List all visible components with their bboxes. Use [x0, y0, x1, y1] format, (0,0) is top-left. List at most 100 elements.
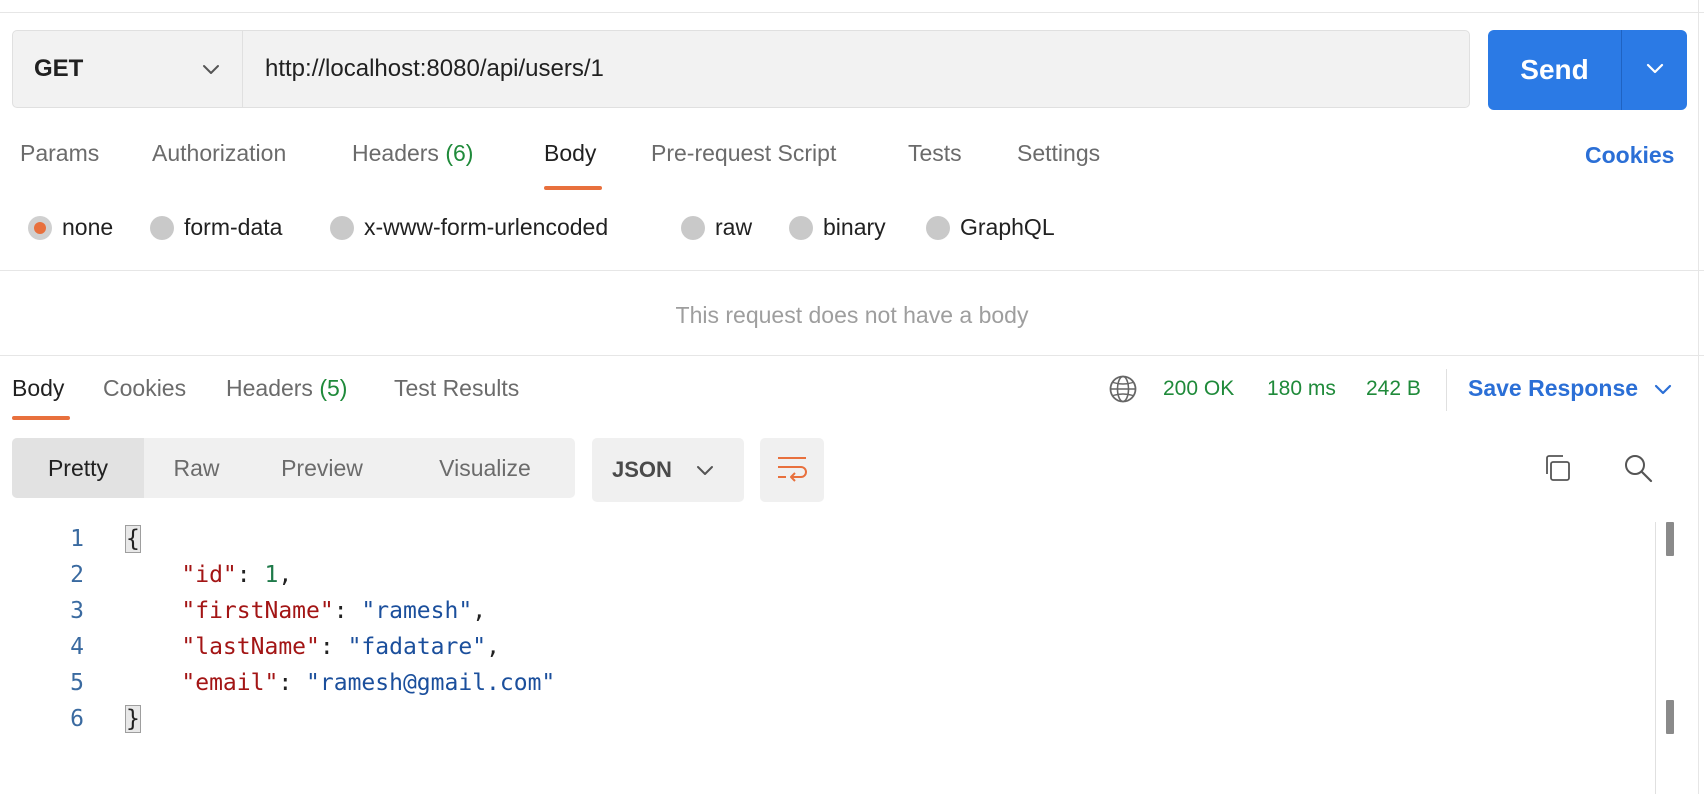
json-comma: , [472, 598, 487, 624]
json-key: "firstName" [181, 598, 334, 624]
tab-tests[interactable]: Tests [908, 140, 962, 167]
tab-label: Params [20, 140, 100, 166]
top-divider [0, 12, 1704, 13]
tab-settings[interactable]: Settings [1017, 140, 1100, 167]
json-value: "ramesh@gmail.com" [306, 670, 556, 696]
tab-label: Body [544, 140, 597, 166]
globe-icon[interactable] [1108, 374, 1138, 409]
code-line: "firstName": "ramesh", [181, 598, 487, 624]
send-button-group: Send [1488, 30, 1687, 110]
radio-button [789, 215, 813, 240]
status-code[interactable]: 200 OK [1163, 377, 1234, 401]
view-raw[interactable]: Raw [144, 438, 249, 498]
response-tab-headers[interactable]: Headers (5) [226, 375, 347, 402]
view-preview[interactable]: Preview [249, 438, 395, 498]
tab-label: Headers [352, 140, 439, 166]
chevron-down-icon [1644, 57, 1666, 84]
tab-authorization[interactable]: Authorization [152, 140, 286, 167]
tab-label: Tests [908, 140, 962, 166]
format-label: JSON [612, 457, 672, 482]
tab-label: Test Results [394, 375, 520, 401]
copy-button[interactable] [1537, 450, 1577, 490]
view-mode-group: Pretty Raw Preview Visualize [12, 438, 575, 498]
no-body-message: This request does not have a body [675, 302, 1029, 328]
radio-graphql[interactable]: GraphQL [926, 214, 1055, 241]
tab-label: Body [12, 375, 65, 401]
json-key: "email" [181, 670, 279, 696]
radio-button [681, 215, 705, 240]
radio-label: form-data [184, 214, 283, 240]
divider [1446, 369, 1447, 411]
json-value: 1 [264, 562, 279, 588]
method-label: GET [34, 55, 84, 82]
tab-label: Settings [1017, 140, 1101, 166]
json-comma: , [486, 634, 500, 660]
divider [0, 355, 1704, 356]
radio-label: raw [715, 214, 753, 240]
line-number: 4 [70, 634, 84, 660]
line-number: 1 [70, 526, 84, 552]
headers-count: (6) [445, 140, 474, 166]
response-time[interactable]: 180 ms [1267, 377, 1336, 401]
json-brace: { [125, 525, 141, 553]
radio-none[interactable]: none [28, 214, 113, 241]
radio-label: binary [823, 214, 886, 240]
json-key: "id" [181, 562, 237, 588]
chevron-down-icon [694, 459, 716, 481]
tab-pre-request-script[interactable]: Pre-request Script [651, 140, 836, 167]
response-size[interactable]: 242 B [1366, 377, 1421, 401]
radio-button [150, 215, 174, 240]
tab-label: Cookies [103, 375, 187, 401]
radio-label: none [62, 214, 114, 240]
radio-form-data[interactable]: form-data [150, 214, 282, 241]
tab-body[interactable]: Body [544, 140, 596, 167]
response-tab-test-results[interactable]: Test Results [394, 375, 519, 402]
headers-count: (5) [319, 375, 348, 401]
view-visualize[interactable]: Visualize [395, 438, 575, 498]
radio-x-www-form-urlencoded[interactable]: x-www-form-urlencoded [330, 214, 608, 241]
wrap-lines-icon [775, 453, 809, 488]
code-line: } [125, 705, 141, 733]
line-number: 5 [70, 670, 84, 696]
json-brace: } [125, 705, 141, 733]
view-pretty[interactable]: Pretty [12, 438, 144, 498]
json-key: "lastName" [181, 634, 320, 660]
radio-raw[interactable]: raw [681, 214, 752, 241]
method-select[interactable]: GET [12, 30, 243, 108]
active-tab-underline [544, 186, 602, 190]
scrollbar-marker[interactable] [1666, 700, 1674, 734]
format-select[interactable]: JSON [592, 438, 744, 502]
radio-binary[interactable]: binary [789, 214, 886, 241]
url-input[interactable]: http://localhost:8080/api/users/1 [265, 30, 604, 108]
tab-label: Authorization [152, 140, 287, 166]
tab-headers[interactable]: Headers (6) [352, 140, 473, 167]
divider [0, 270, 1704, 271]
radio-button [28, 215, 52, 240]
tab-label: Headers [226, 375, 313, 401]
search-button[interactable] [1618, 450, 1658, 490]
tab-params[interactable]: Params [20, 140, 99, 167]
json-comma: , [278, 562, 293, 588]
line-number: 3 [70, 598, 84, 624]
code-line: { [125, 525, 141, 553]
save-response-label: Save Response [1468, 375, 1639, 401]
code-line: "lastName": "fadatare", [181, 634, 500, 660]
send-button[interactable]: Send [1488, 30, 1622, 110]
wrap-lines-button[interactable] [760, 438, 824, 502]
scrollbar-marker[interactable] [1666, 522, 1674, 556]
response-tab-cookies[interactable]: Cookies [103, 375, 186, 402]
radio-button [926, 215, 950, 240]
cookies-link[interactable]: Cookies [1585, 142, 1674, 169]
save-response-button[interactable]: Save Response [1468, 375, 1674, 402]
radio-label: GraphQL [960, 214, 1055, 240]
send-options-button[interactable] [1622, 30, 1687, 110]
code-line: "id": 1, [181, 562, 293, 588]
chevron-down-icon [200, 58, 222, 85]
radio-label: x-www-form-urlencoded [364, 214, 609, 240]
search-icon [1622, 452, 1654, 489]
json-value: "fadatare" [347, 634, 487, 660]
editor-scrollbar-track [1655, 522, 1656, 794]
response-tab-body[interactable]: Body [12, 375, 64, 402]
line-number: 2 [70, 562, 84, 588]
active-response-tab-underline [12, 416, 70, 420]
